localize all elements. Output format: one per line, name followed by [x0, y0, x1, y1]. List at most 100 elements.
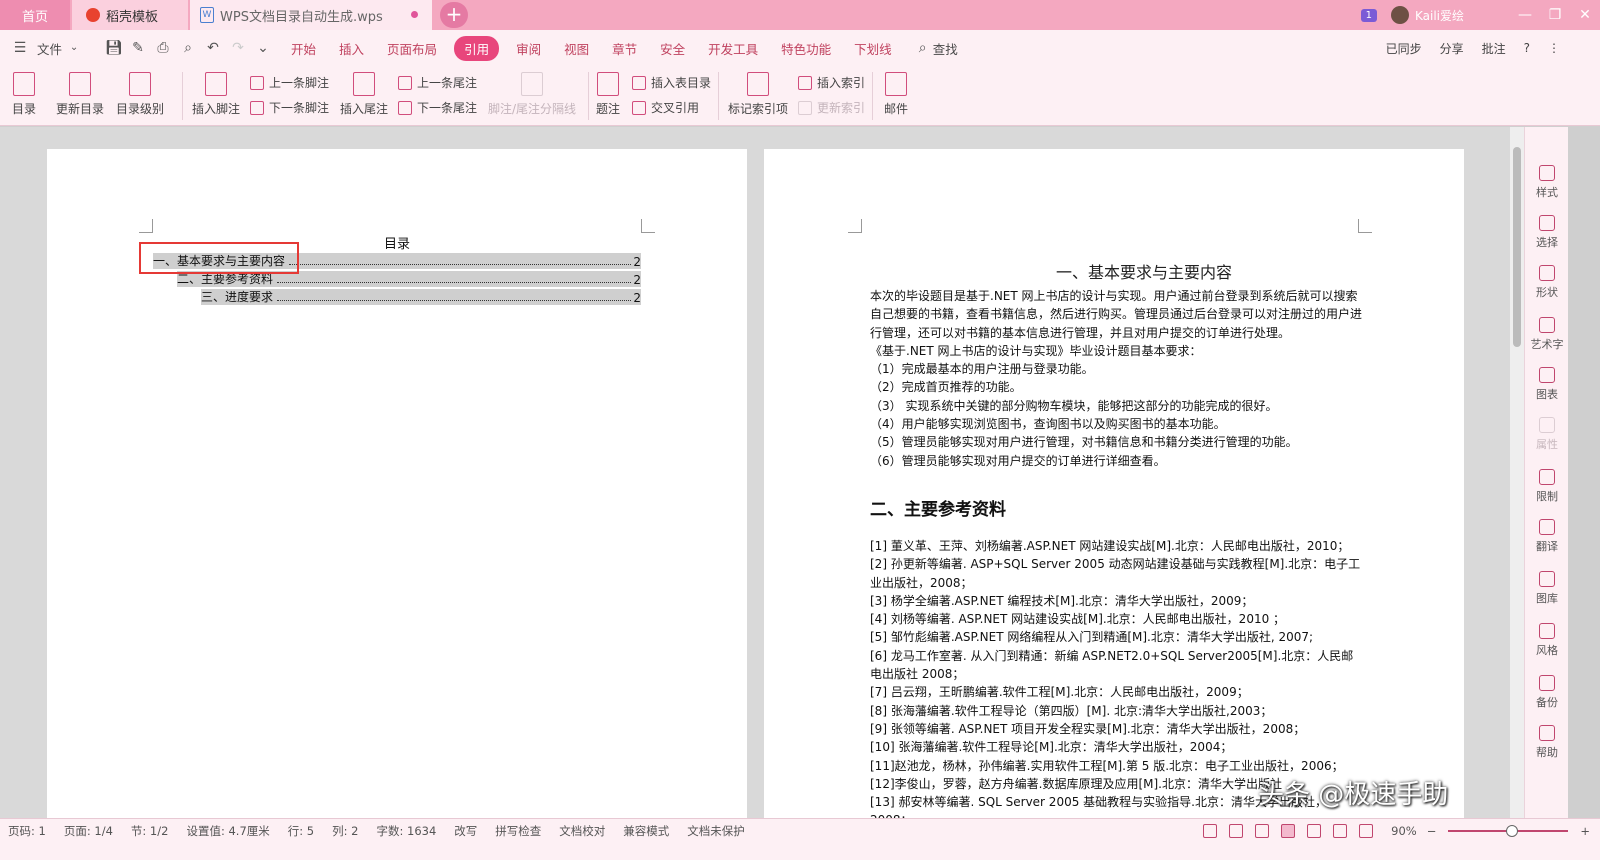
tab-document[interactable]: W WPS文档目录自动生成.wps — [190, 0, 432, 30]
scrollbar-thumb[interactable] — [1513, 147, 1521, 347]
format-painter-icon[interactable]: ✎ — [130, 40, 146, 56]
quick-access-dropdown-icon[interactable]: ⌄ — [255, 40, 271, 56]
minimize-icon[interactable]: — — [1510, 7, 1540, 23]
status-page[interactable]: 页面: 1/4 — [64, 823, 113, 839]
redo-icon[interactable]: ↷ — [230, 40, 246, 56]
side-help-button[interactable]: 帮助 — [1525, 725, 1569, 760]
zoom-slider[interactable] — [1448, 825, 1569, 837]
status-section[interactable]: 节: 1/2 — [131, 823, 169, 839]
fullscreen-icon[interactable] — [1203, 824, 1218, 838]
side-theme-button[interactable]: 风格 — [1525, 623, 1569, 658]
wordart-icon — [1539, 317, 1555, 333]
toc-entry[interactable]: 三、进度要求 2 — [201, 289, 641, 305]
print-icon[interactable]: ⎙ — [155, 40, 171, 56]
page-view-icon[interactable] — [1281, 824, 1296, 838]
zoom-out-icon[interactable]: − — [1427, 824, 1437, 838]
tab-daoke[interactable]: 稻壳模板 — [72, 0, 188, 30]
file-menu[interactable]: ☰ 文件 ⌄ — [12, 39, 91, 58]
side-wordart-button[interactable]: 艺术字 — [1525, 317, 1569, 352]
tab-reference[interactable]: 引用 — [454, 35, 500, 61]
side-gallery-button[interactable]: 图库 — [1525, 571, 1569, 606]
close-icon[interactable]: ✕ — [1570, 7, 1600, 23]
tab-home-label: 首页 — [21, 9, 48, 25]
side-style-button[interactable]: 样式 — [1525, 165, 1569, 200]
notification-badge[interactable]: 1 — [1360, 8, 1377, 22]
note-separator-button[interactable]: 脚注/尾注分隔线 — [488, 72, 576, 117]
print-preview-icon[interactable]: ⌕ — [180, 40, 196, 56]
help-icon[interactable]: ? — [1524, 41, 1530, 55]
caption-button[interactable]: 题注 — [596, 72, 620, 117]
new-tab-button[interactable]: + — [440, 2, 468, 28]
side-wordart-label: 艺术字 — [1530, 338, 1564, 351]
page-content[interactable]: 一、基本要求与主要内容 本次的毕设题目是基于.NET 网上书店的设计与实现。用户… — [764, 149, 1464, 831]
zoom-level[interactable]: 90% — [1391, 824, 1417, 838]
comment-button[interactable]: 批注 — [1482, 40, 1506, 57]
toc-level-button[interactable]: 目录级别 — [116, 72, 164, 117]
tab-features[interactable]: 特色功能 — [781, 39, 831, 58]
outline-view-icon[interactable] — [1307, 824, 1322, 838]
tab-home[interactable]: 首页 — [0, 0, 70, 30]
status-page-code[interactable]: 页码: 1 — [8, 823, 46, 839]
insert-index-button[interactable]: 插入索引 — [798, 74, 865, 91]
mark-index-button[interactable]: 标记索引项 — [728, 72, 788, 117]
tab-view[interactable]: 视图 — [564, 39, 589, 58]
status-words[interactable]: 字数: 1634 — [377, 823, 437, 839]
share-button[interactable]: 分享 — [1440, 40, 1464, 57]
insert-table-toc-button[interactable]: 插入表目录 — [632, 74, 711, 91]
zoom-slider-knob[interactable] — [1506, 825, 1519, 837]
side-property-button[interactable]: 属性 — [1525, 417, 1569, 452]
status-row[interactable]: 行: 5 — [288, 823, 314, 839]
next-footnote-button[interactable]: 下一条脚注 — [250, 99, 329, 116]
cloud-sync-status[interactable]: 已同步 — [1386, 40, 1422, 57]
update-toc-button[interactable]: 更新目录 — [56, 72, 104, 117]
prev-footnote-button[interactable]: 上一条脚注 — [250, 74, 329, 91]
tab-section[interactable]: 章节 — [612, 39, 637, 58]
next-endnote-button[interactable]: 下一条尾注 — [398, 99, 477, 116]
protect-status[interactable]: 文档未保护 — [687, 823, 745, 839]
toc-leader — [289, 264, 631, 265]
side-restrict-button[interactable]: 限制 — [1525, 469, 1569, 504]
tab-insert[interactable]: 插入 — [339, 39, 364, 58]
side-shape-button[interactable]: 形状 — [1525, 265, 1569, 300]
prev-endnote-button[interactable]: 上一条尾注 — [398, 74, 477, 91]
update-index-button[interactable]: 更新索引 — [798, 99, 865, 116]
mail-button[interactable]: 邮件 — [884, 72, 908, 117]
read-mode-icon[interactable] — [1229, 824, 1244, 838]
toc-button[interactable]: 目录 — [12, 72, 36, 117]
avatar[interactable] — [1390, 6, 1409, 24]
tab-underline[interactable]: 下划线 — [854, 39, 892, 58]
side-backup-button[interactable]: 备份 — [1525, 675, 1569, 710]
footnote-icon — [205, 72, 227, 96]
web-view-icon[interactable] — [1333, 824, 1348, 838]
save-icon[interactable]: 💾︎ — [105, 40, 123, 56]
search-button[interactable]: 查找 — [933, 39, 958, 58]
zoom-in-icon[interactable]: + — [1580, 824, 1590, 838]
vertical-scrollbar[interactable] — [1510, 127, 1524, 831]
pen-icon[interactable] — [1255, 824, 1270, 838]
side-translate-button[interactable]: 翻译 — [1525, 519, 1569, 554]
document-workspace[interactable]: 目录 一、基本要求与主要内容 2 二、主要参考资料 2 三、进度要求 2 一、基本要求… — [0, 127, 1566, 831]
spell-check-button[interactable]: 拼写检查 — [495, 823, 541, 839]
insert-footnote-button[interactable]: 插入脚注 — [192, 72, 240, 117]
cross-reference-button[interactable]: 交叉引用 — [632, 99, 699, 116]
eye-protect-icon[interactable] — [1359, 824, 1374, 838]
doc-proof-button[interactable]: 文档校对 — [559, 823, 605, 839]
undo-icon[interactable]: ↶ — [205, 40, 221, 56]
side-select-button[interactable]: 选择 — [1525, 215, 1569, 250]
more-icon[interactable]: ⋮ — [1548, 41, 1560, 55]
restore-icon[interactable]: ❐ — [1540, 7, 1570, 23]
tab-page-layout[interactable]: 页面布局 — [387, 39, 437, 58]
status-setting[interactable]: 设置值: 4.7厘米 — [186, 823, 269, 839]
user-name[interactable]: Kaili爱绘 — [1415, 7, 1464, 24]
side-chart-button[interactable]: 图表 — [1525, 367, 1569, 402]
tab-developer[interactable]: 开发工具 — [708, 39, 758, 58]
insert-endnote-button[interactable]: 插入尾注 — [340, 72, 388, 117]
chart-icon — [1539, 367, 1555, 383]
heading-1: 一、基本要求与主要内容 — [1055, 263, 1232, 282]
tab-review[interactable]: 审阅 — [516, 39, 541, 58]
overwrite-toggle[interactable]: 改写 — [454, 823, 477, 839]
tab-start[interactable]: 开始 — [291, 39, 316, 58]
status-col[interactable]: 列: 2 — [332, 823, 358, 839]
page-toc[interactable]: 目录 一、基本要求与主要内容 2 二、主要参考资料 2 三、进度要求 2 — [47, 149, 747, 831]
tab-security[interactable]: 安全 — [660, 39, 685, 58]
